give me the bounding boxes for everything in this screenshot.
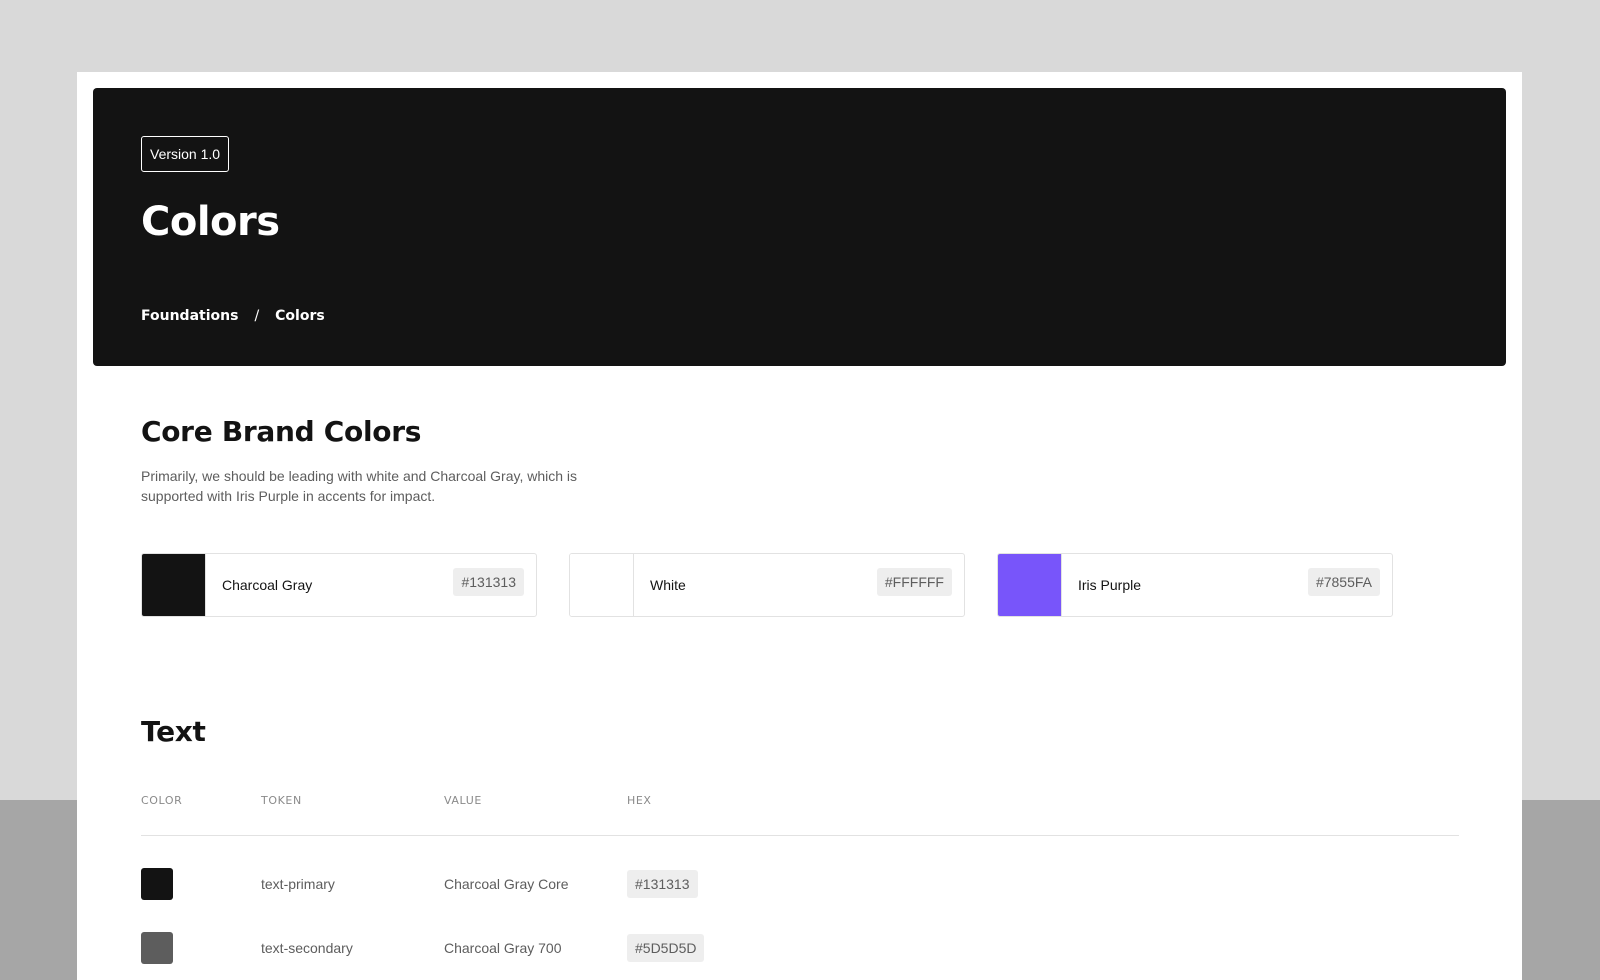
hex-pill[interactable]: #131313 <box>453 568 524 596</box>
column-header-value: VALUE <box>444 794 482 807</box>
breadcrumb-separator: / <box>254 308 260 324</box>
color-chip <box>141 868 173 900</box>
hex-pill[interactable]: #FFFFFF <box>876 568 952 596</box>
swatch-chip <box>998 554 1062 616</box>
color-chip <box>141 932 173 964</box>
value-cell: Charcoal Gray 700 <box>444 940 562 956</box>
swatch-chip <box>142 554 206 616</box>
core-brand-colors-heading: Core Brand Colors <box>141 415 422 448</box>
swatch-chip <box>570 554 634 616</box>
hero-banner: Version 1.0 Colors Foundations / Colors <box>93 88 1506 366</box>
column-header-color: COLOR <box>141 794 183 807</box>
content-card: Version 1.0 Colors Foundations / Colors … <box>77 72 1522 980</box>
table-row: text-secondary Charcoal Gray 700 #5D5D5D <box>141 916 1459 980</box>
hex-pill[interactable]: #131313 <box>627 870 698 898</box>
breadcrumb: Foundations / Colors <box>141 308 325 324</box>
hex-pill[interactable]: #5D5D5D <box>627 934 705 962</box>
table-header: COLOR TOKEN VALUE HEX <box>141 794 1459 836</box>
core-swatch-row: Charcoal Gray #131313 White #FFFFFF Iris… <box>141 553 1393 617</box>
text-section-heading: Text <box>141 715 206 748</box>
swatch-card-iris-purple[interactable]: Iris Purple #7855FA <box>997 553 1393 617</box>
token-cell: text-secondary <box>261 940 353 956</box>
text-color-table: COLOR TOKEN VALUE HEX text-primary Charc… <box>141 794 1459 980</box>
hex-pill[interactable]: #7855FA <box>1307 568 1380 596</box>
column-header-token: TOKEN <box>261 794 302 807</box>
swatch-card-white[interactable]: White #FFFFFF <box>569 553 965 617</box>
breadcrumb-foundations[interactable]: Foundations <box>141 308 238 324</box>
column-header-hex: HEX <box>627 794 652 807</box>
version-badge: Version 1.0 <box>141 136 230 172</box>
core-brand-colors-description: Primarily, we should be leading with whi… <box>141 468 578 504</box>
page-title: Colors <box>141 199 280 245</box>
value-cell: Charcoal Gray Core <box>444 876 569 892</box>
token-cell: text-primary <box>261 876 335 892</box>
swatch-card-charcoal-gray[interactable]: Charcoal Gray #131313 <box>141 553 537 617</box>
breadcrumb-colors: Colors <box>275 308 325 324</box>
table-row: text-primary Charcoal Gray Core #131313 <box>141 852 1459 916</box>
